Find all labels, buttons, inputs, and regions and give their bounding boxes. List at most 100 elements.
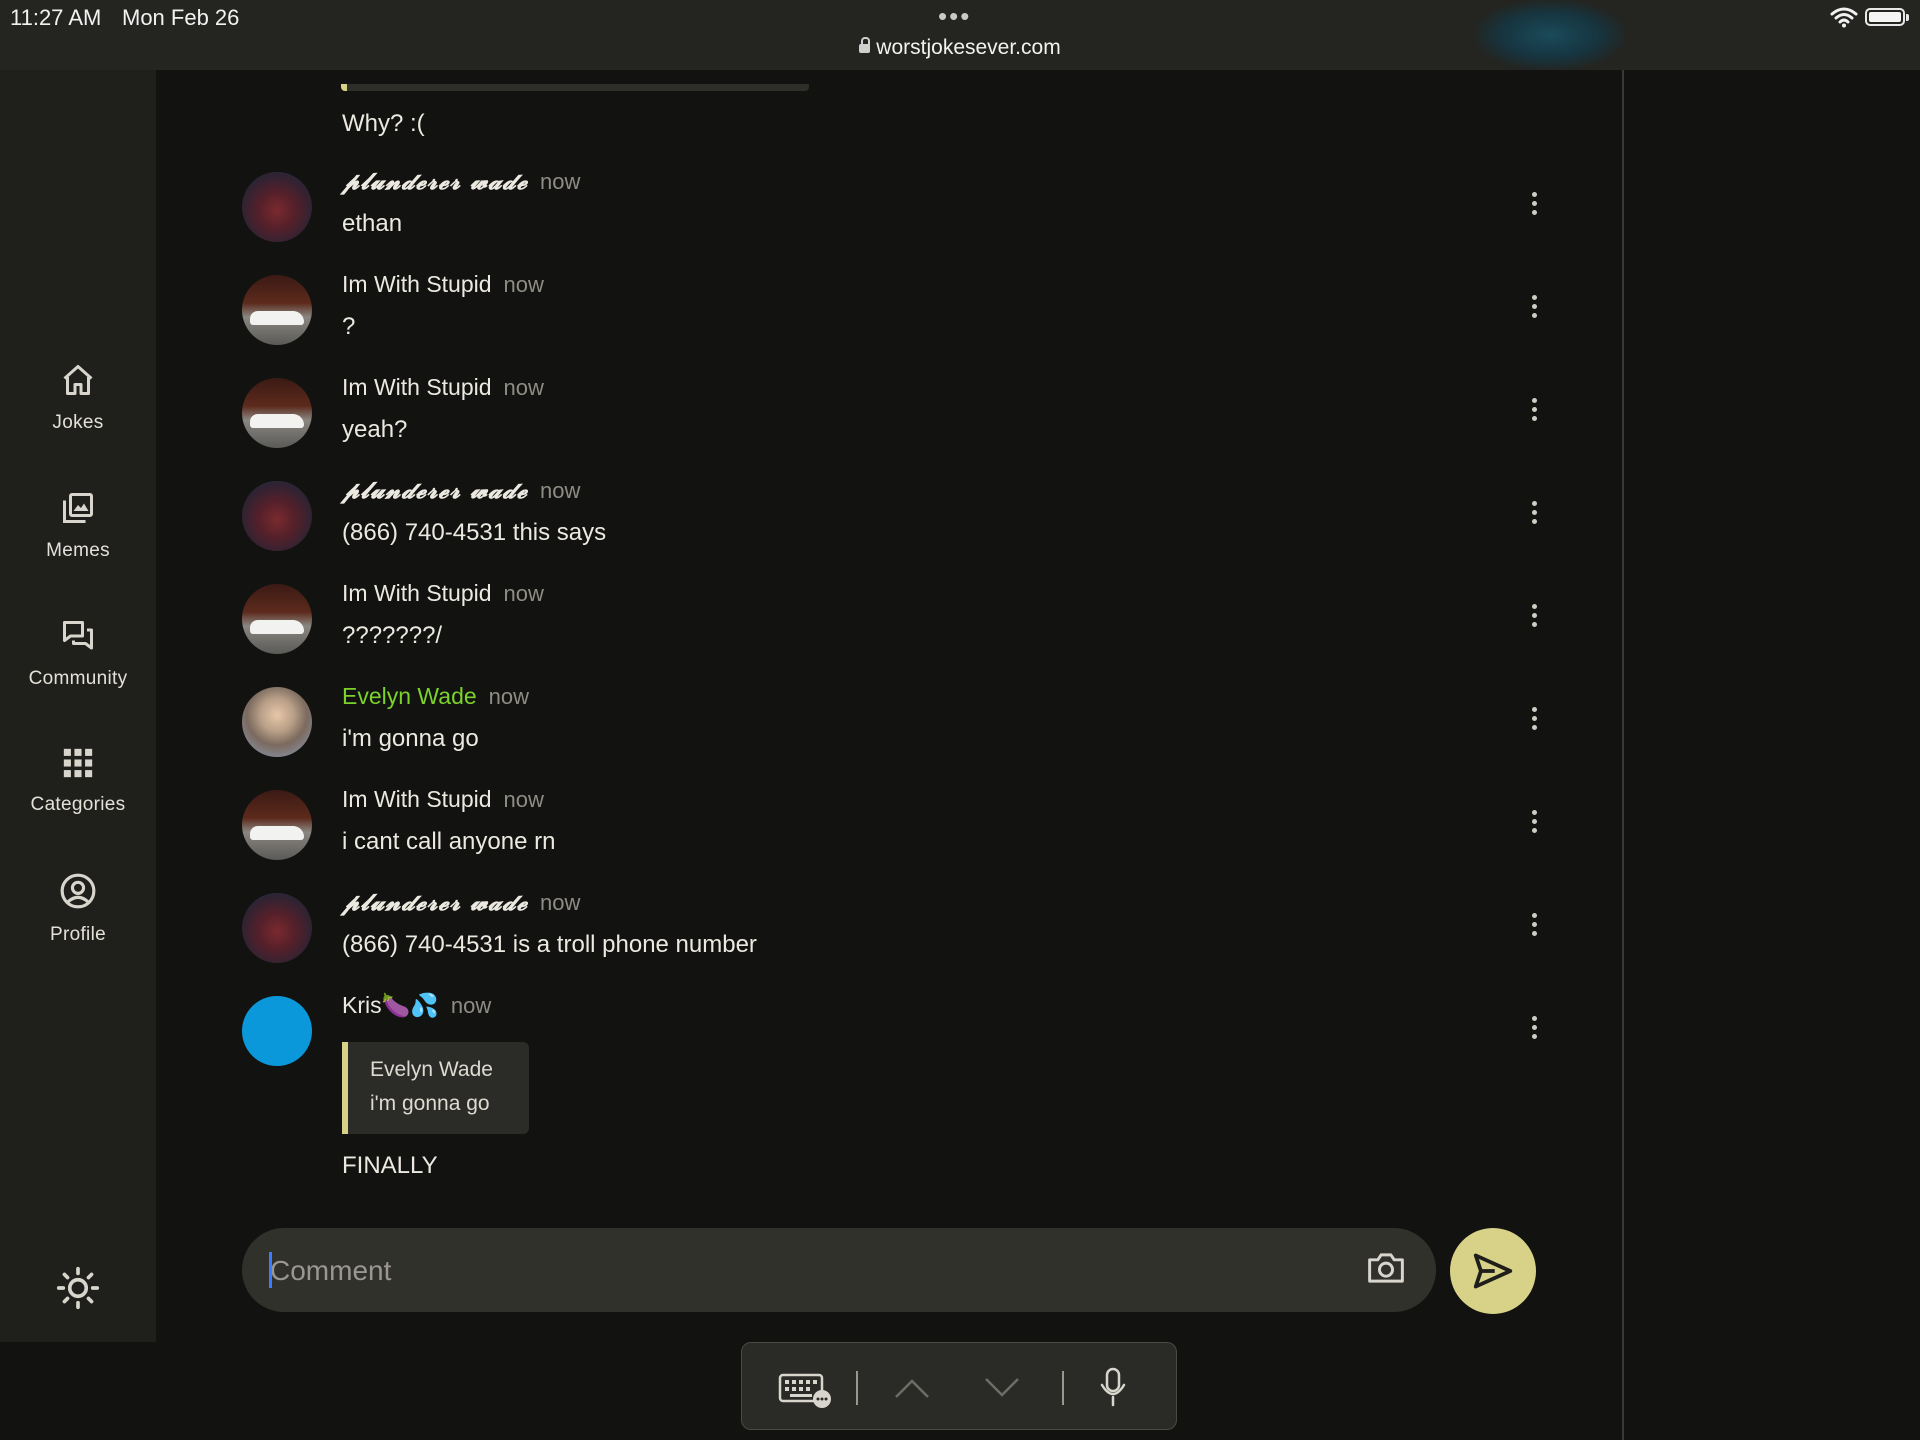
- keyboard-accessory-bar: [741, 1342, 1177, 1430]
- right-divider: [1622, 70, 1624, 1440]
- more-options-icon[interactable]: [1522, 291, 1546, 327]
- message-time: now: [488, 684, 530, 709]
- message-text: ?: [342, 313, 356, 340]
- more-options-icon[interactable]: [1522, 394, 1546, 430]
- battery-icon: [1865, 8, 1909, 26]
- more-dots-icon[interactable]: •••: [938, 3, 971, 29]
- sidebar-item-label: Profile: [50, 924, 106, 945]
- message-item: 𝓹𝓵𝓾𝓷𝓭𝓮𝓻𝓮𝓻 𝔀𝓪𝓭𝓮 now (866) 740-4531 is a tr…: [242, 883, 1542, 983]
- lock-icon: [859, 37, 871, 53]
- next-field-button[interactable]: [982, 1343, 1022, 1431]
- send-icon: [1473, 1253, 1513, 1289]
- avatar[interactable]: [242, 790, 312, 860]
- more-options-icon[interactable]: [1522, 806, 1546, 842]
- status-date: Mon Feb 26: [122, 5, 240, 30]
- chevron-up-icon: [895, 1379, 929, 1398]
- message-time: now: [450, 993, 492, 1018]
- message-author[interactable]: Evelyn Wade: [342, 683, 477, 709]
- reply-quote-author: Evelyn Wade: [370, 1058, 493, 1081]
- message-author[interactable]: 𝓹𝓵𝓾𝓷𝓭𝓮𝓻𝓮𝓻 𝔀𝓪𝓭𝓮: [342, 477, 528, 504]
- sidebar-item-label: Community: [28, 668, 128, 689]
- text-caret: [269, 1252, 272, 1288]
- message-item: 𝓹𝓵𝓾𝓷𝓭𝓮𝓻𝓮𝓻 𝔀𝓪𝓭𝓮 now (866) 740-4531 this sa…: [242, 471, 1542, 571]
- sidebar-item-categories[interactable]: Categories: [0, 746, 156, 816]
- avatar[interactable]: [242, 378, 312, 448]
- more-options-icon[interactable]: [1522, 1012, 1546, 1048]
- avatar[interactable]: [242, 687, 312, 757]
- avatar[interactable]: [242, 172, 312, 242]
- avatar[interactable]: [242, 893, 312, 963]
- status-glow: [1475, 0, 1625, 70]
- message-text: (866) 740-4531 this says: [342, 519, 607, 546]
- message-author[interactable]: Im With Stupid: [342, 580, 492, 606]
- message-item: 𝓹𝓵𝓾𝓷𝓭𝓮𝓻𝓮𝓻 𝔀𝓪𝓭𝓮 now ethan: [242, 162, 1542, 262]
- message-time: now: [540, 890, 581, 915]
- sun-icon: [56, 1266, 100, 1310]
- message-item: Im With Stupid now ?: [242, 265, 1542, 365]
- avatar[interactable]: [242, 481, 312, 551]
- sidebar-item-label: Memes: [46, 540, 110, 561]
- home-icon: [63, 365, 93, 395]
- message-time: now: [540, 478, 581, 503]
- message-author[interactable]: Kris🍆💦: [342, 992, 439, 1018]
- send-button[interactable]: [1450, 1228, 1536, 1314]
- sidebar-item-profile[interactable]: Profile: [0, 872, 156, 946]
- message-item: Im With Stupid now yeah?: [242, 368, 1542, 468]
- chat-bubbles-icon: [63, 621, 93, 650]
- grid-icon: [63, 748, 93, 778]
- user-circle-icon: [60, 873, 96, 909]
- message-time: now: [503, 272, 544, 297]
- message-author[interactable]: 𝓹𝓵𝓾𝓷𝓭𝓮𝓻𝓮𝓻 𝔀𝓪𝓭𝓮: [342, 889, 528, 916]
- address-bar[interactable]: worstjokesever.com: [0, 36, 1920, 60]
- message-time: now: [503, 581, 544, 606]
- camera-icon[interactable]: [1366, 1250, 1406, 1286]
- image-gallery-icon: [63, 493, 93, 523]
- sidebar-item-label: Jokes: [52, 412, 104, 433]
- reply-quote[interactable]: Evelyn Wade i'm gonna go: [342, 1042, 529, 1134]
- url-text: worstjokesever.com: [876, 36, 1061, 59]
- sidebar-item-memes[interactable]: Memes: [0, 490, 156, 562]
- message-item: Evelyn Wade now i'm gonna go: [242, 677, 1542, 777]
- sidebar: Jokes Memes Community Categories Profile: [0, 70, 156, 1342]
- message-text: ethan: [342, 210, 403, 237]
- previous-field-button[interactable]: [892, 1343, 932, 1431]
- divider: [1062, 1371, 1064, 1405]
- sidebar-item-jokes[interactable]: Jokes: [0, 362, 156, 434]
- comment-composer: [242, 1228, 1436, 1314]
- comment-input[interactable]: [268, 1228, 1312, 1314]
- message-time: now: [503, 375, 544, 400]
- sidebar-item-community[interactable]: Community: [0, 618, 156, 690]
- microphone-icon: [1100, 1367, 1126, 1407]
- avatar[interactable]: [242, 275, 312, 345]
- divider: [856, 1371, 858, 1405]
- keyboard-button[interactable]: [778, 1343, 832, 1431]
- keyboard-icon: [778, 1373, 831, 1408]
- message-author[interactable]: Im With Stupid: [342, 786, 492, 812]
- message-item: Im With Stupid now i cant call anyone rn: [242, 780, 1542, 880]
- message-author[interactable]: Im With Stupid: [342, 374, 492, 400]
- message-author[interactable]: Im With Stupid: [342, 271, 492, 297]
- message-text: i'm gonna go: [342, 725, 479, 752]
- message-text: FINALLY: [342, 1152, 438, 1179]
- sidebar-item-label: Categories: [30, 794, 126, 815]
- avatar[interactable]: [242, 996, 312, 1066]
- message-text: yeah?: [342, 416, 408, 443]
- message-text: (866) 740-4531 is a troll phone number: [342, 931, 757, 958]
- avatar[interactable]: [242, 584, 312, 654]
- more-options-icon[interactable]: [1522, 909, 1546, 945]
- message-author[interactable]: 𝓹𝓵𝓾𝓷𝓭𝓮𝓻𝓮𝓻 𝔀𝓪𝓭𝓮: [342, 168, 528, 195]
- reply-quote-text: i'm gonna go: [370, 1092, 490, 1115]
- message-time: now: [540, 169, 581, 194]
- more-options-icon[interactable]: [1522, 703, 1546, 739]
- chevron-down-icon: [985, 1378, 1019, 1397]
- more-options-icon[interactable]: [1522, 497, 1546, 533]
- message-text: ???????/: [342, 622, 443, 649]
- status-time: 11:27 AM: [10, 5, 102, 30]
- more-options-icon[interactable]: [1522, 600, 1546, 636]
- theme-toggle-button[interactable]: [56, 1266, 100, 1315]
- dictation-button[interactable]: [1098, 1343, 1128, 1431]
- message-text: Why? :(: [342, 110, 425, 137]
- more-options-icon[interactable]: [1522, 188, 1546, 224]
- message-text: i cant call anyone rn: [342, 828, 556, 855]
- message-item: Im With Stupid now ???????/: [242, 574, 1542, 674]
